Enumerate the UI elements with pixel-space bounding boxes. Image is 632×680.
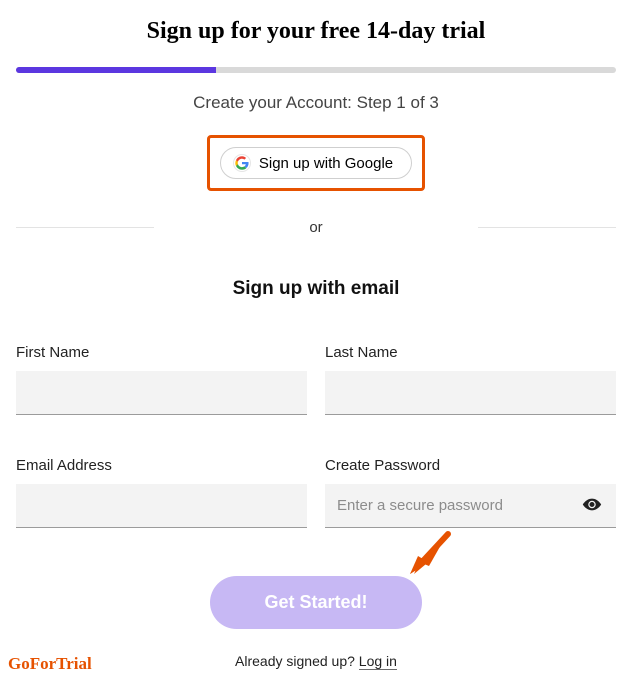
last-name-input[interactable] (325, 371, 616, 415)
eye-icon (582, 495, 602, 518)
first-name-input[interactable] (16, 371, 307, 415)
brand-watermark: GoForTrial (8, 654, 92, 674)
already-signed-up-text: Already signed up? Log in (0, 653, 632, 669)
divider-line-right (478, 227, 616, 228)
last-name-label: Last Name (325, 344, 616, 361)
already-text: Already signed up? (235, 653, 359, 669)
get-started-button[interactable]: Get Started! (210, 576, 421, 629)
divider-line-left (16, 227, 154, 228)
password-label: Create Password (325, 457, 616, 474)
progress-bar (16, 67, 616, 73)
email-label: Email Address (16, 457, 307, 474)
step-indicator: Create your Account: Step 1 of 3 (0, 93, 632, 113)
google-button-label: Sign up with Google (259, 155, 393, 172)
highlight-annotation: Sign up with Google (207, 135, 425, 191)
email-input[interactable] (16, 484, 307, 528)
email-signup-heading: Sign up with email (0, 278, 632, 300)
signup-google-button[interactable]: Sign up with Google (220, 147, 412, 179)
page-heading: Sign up for your free 14-day trial (0, 0, 632, 67)
progress-fill (16, 67, 216, 73)
arrow-annotation-icon (406, 530, 454, 583)
login-link[interactable]: Log in (359, 653, 397, 670)
password-input[interactable] (325, 484, 616, 528)
toggle-password-visibility-button[interactable] (578, 491, 606, 522)
divider-label: or (309, 219, 322, 236)
divider: or (16, 219, 616, 236)
google-icon (233, 154, 251, 172)
first-name-label: First Name (16, 344, 307, 361)
